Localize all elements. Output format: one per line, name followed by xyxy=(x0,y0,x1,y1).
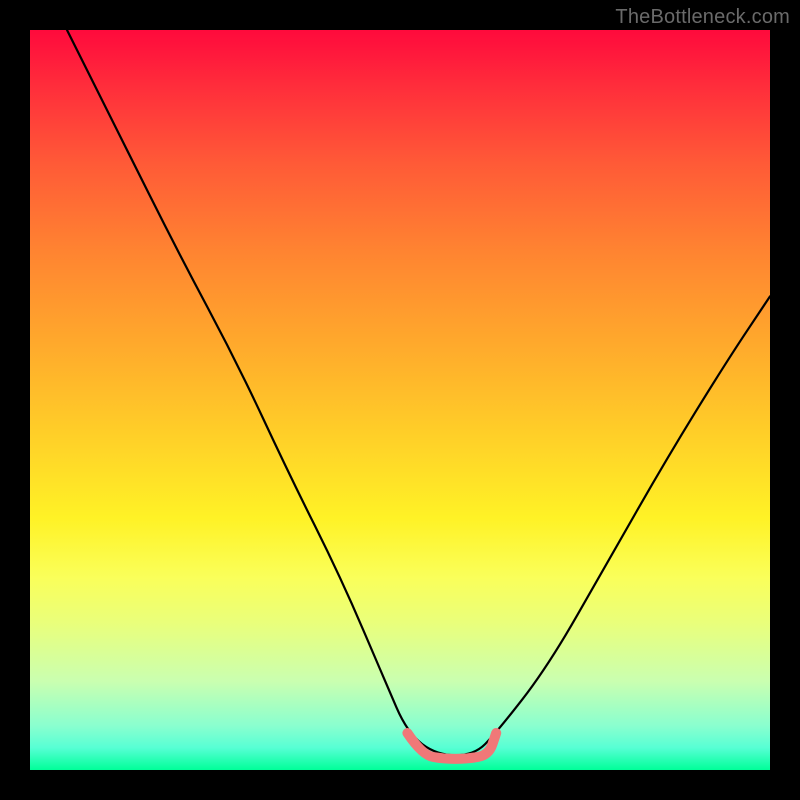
bottleneck-curve xyxy=(67,30,770,755)
chart-frame: TheBottleneck.com xyxy=(0,0,800,800)
watermark-text: TheBottleneck.com xyxy=(615,6,790,29)
curve-layer xyxy=(30,30,770,770)
plot-area xyxy=(30,30,770,770)
